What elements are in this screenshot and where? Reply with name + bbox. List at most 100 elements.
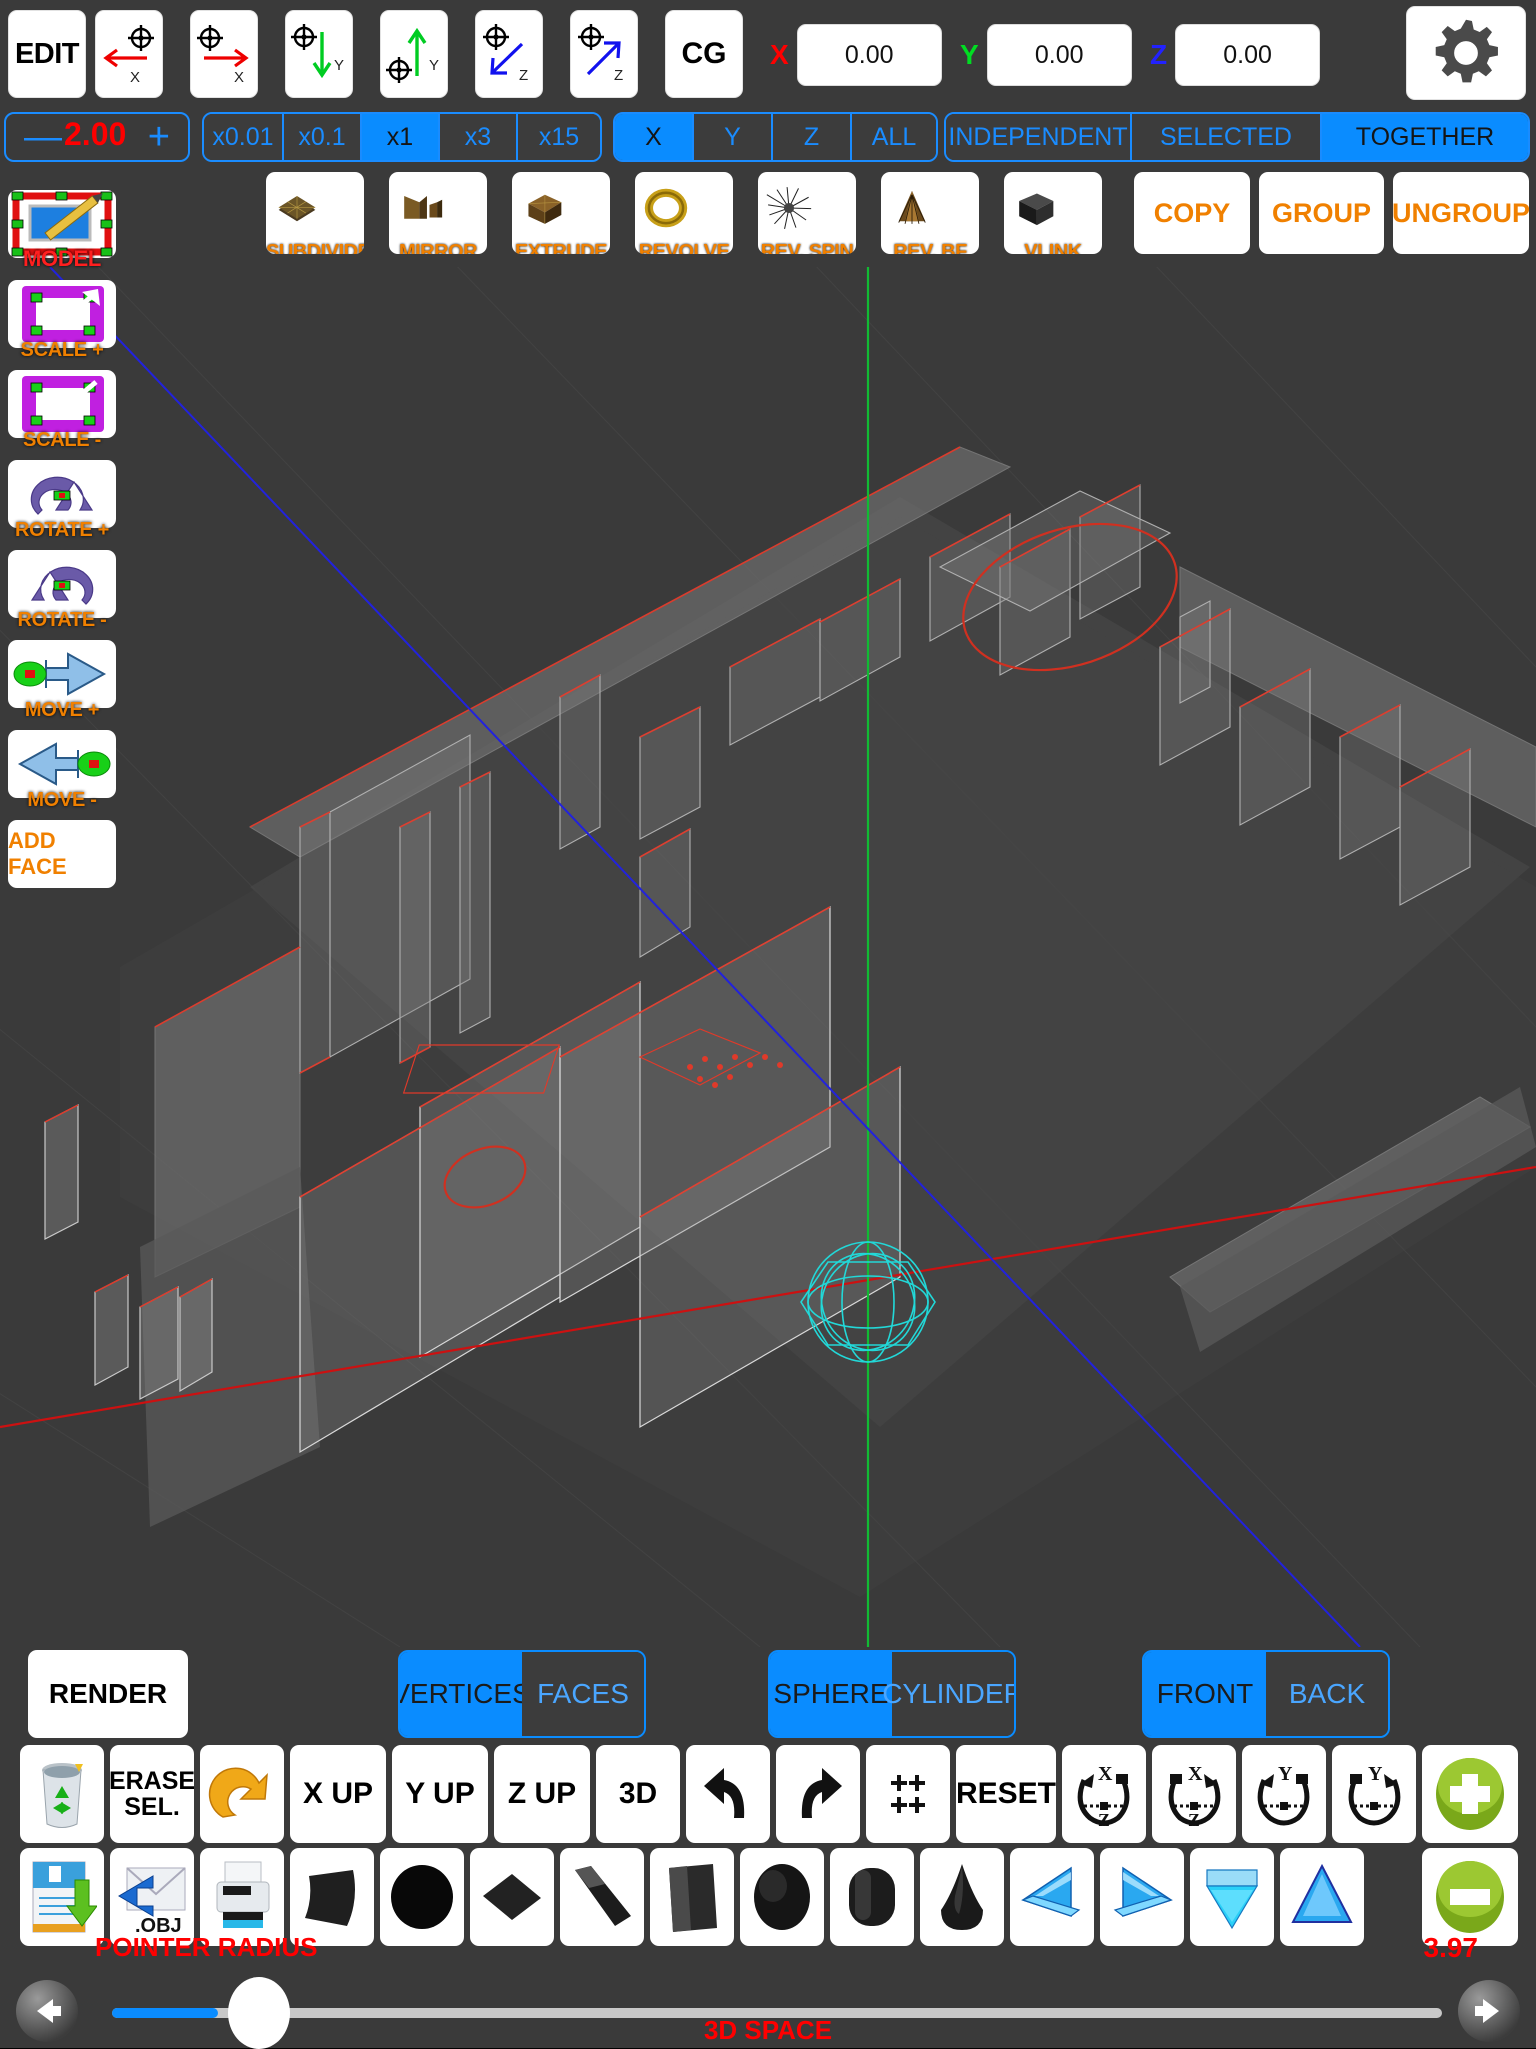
z-up-button[interactable]: Z UP bbox=[494, 1745, 590, 1843]
vlink-icon bbox=[1004, 172, 1066, 244]
extrude-button[interactable]: EXTRUDE bbox=[512, 172, 610, 254]
undo-icon bbox=[704, 1768, 745, 1818]
step-stepper[interactable]: — 2.00 + bbox=[4, 112, 190, 162]
cg-button[interactable]: CG bbox=[665, 10, 743, 98]
render-label: RENDER bbox=[48, 1678, 168, 1709]
rotate-y-cw-button[interactable]: Y bbox=[1332, 1745, 1416, 1843]
scene-render bbox=[0, 267, 1536, 1647]
multiplier-x0-01[interactable]: x0.01 bbox=[204, 114, 284, 160]
sidebar-item-add-face[interactable]: ADD FACE bbox=[8, 820, 116, 888]
step-plus-button[interactable]: + bbox=[148, 118, 170, 156]
cylinder-tab[interactable]: CYLINDER bbox=[882, 1652, 1014, 1736]
svg-text:Z: Z bbox=[614, 67, 623, 84]
rev-bf-button[interactable]: REV. BF bbox=[881, 172, 979, 254]
zoom-in-button[interactable] bbox=[1422, 1745, 1518, 1843]
sidebar-item-rotate-minus[interactable]: ROTATE - bbox=[8, 550, 116, 631]
axis-segment: X Y Z ALL bbox=[613, 112, 938, 162]
coord-y-input[interactable]: 0.00 bbox=[986, 24, 1132, 86]
top-toolbar: EDIT X X Y Y Z Z CG X 0.00 Y 0.00 Z 0.00 bbox=[0, 0, 1536, 110]
mode-together-tab[interactable]: TOGETHER bbox=[1322, 114, 1528, 160]
redo-button[interactable] bbox=[776, 1745, 860, 1843]
viewport-3d[interactable] bbox=[0, 267, 1536, 1647]
move-y-negative-button[interactable]: Y bbox=[285, 10, 353, 98]
print-icon bbox=[216, 1861, 270, 1928]
svg-text:Y: Y bbox=[334, 57, 344, 74]
axis-z-tab[interactable]: Z bbox=[773, 114, 852, 160]
mirror-button[interactable]: MIRROR bbox=[389, 172, 487, 254]
group-button[interactable]: GROUP bbox=[1259, 172, 1384, 254]
mode-independent-tab[interactable]: INDEPENDENT bbox=[946, 114, 1132, 160]
three-d-label: 3D bbox=[618, 1777, 658, 1811]
sidebar-item-scale-plus[interactable]: SCALE + bbox=[8, 280, 116, 361]
sidebar-item-move-minus[interactable]: MOVE - bbox=[8, 730, 116, 811]
primitive-mode-segment: SPHERE CYLINDER bbox=[768, 1650, 1016, 1738]
sphere-icon bbox=[754, 1864, 810, 1930]
axis-y-tab[interactable]: Y bbox=[694, 114, 773, 160]
erase-sel-button[interactable]: ERASE SEL. bbox=[110, 1745, 194, 1843]
coord-x-input[interactable]: 0.00 bbox=[796, 24, 942, 86]
sidebar-item-rotate-plus[interactable]: ROTATE + bbox=[8, 460, 116, 541]
move-z-positive-button[interactable]: Z bbox=[570, 10, 638, 98]
mesh-tools-bar: SUBDIVIDE MIRROR EXTRUDE REVOLVE REV. SP… bbox=[0, 172, 1536, 267]
move-x-positive-button[interactable]: X bbox=[190, 10, 258, 98]
multiplier-x0-1[interactable]: x0.1 bbox=[284, 114, 362, 160]
sidebar-item-scale-minus[interactable]: SCALE - bbox=[8, 370, 116, 451]
rotate-xz-cw-button[interactable]: X Z bbox=[1152, 1745, 1236, 1843]
undo-button[interactable] bbox=[686, 1745, 770, 1843]
scale-plus-icon bbox=[22, 286, 104, 342]
three-d-button[interactable]: 3D bbox=[596, 1745, 680, 1843]
ungroup-label: UNGROUP bbox=[1392, 197, 1531, 228]
move-y-positive-button[interactable]: Y bbox=[380, 10, 448, 98]
move-x-negative-button[interactable]: X bbox=[95, 10, 163, 98]
face-mode-segment: FRONT BACK bbox=[1142, 1650, 1390, 1738]
sidebar-item-model[interactable]: MODEL bbox=[8, 190, 116, 271]
trash-icon bbox=[42, 1763, 83, 1828]
coord-z-input[interactable]: 0.00 bbox=[1175, 24, 1321, 86]
vlink-button[interactable]: VLINK bbox=[1004, 172, 1102, 254]
move-minus-icon bbox=[17, 742, 111, 786]
y-up-button[interactable]: Y UP bbox=[392, 1745, 488, 1843]
axis-x-tab[interactable]: X bbox=[615, 114, 694, 160]
svg-text:X: X bbox=[130, 69, 140, 86]
edit-button[interactable]: EDIT bbox=[8, 10, 86, 98]
multiplier-segment: x0.01 x0.1 x1 x3 x15 bbox=[202, 112, 602, 162]
multiplier-x1[interactable]: x1 bbox=[362, 114, 440, 160]
grid-dots-button[interactable] bbox=[866, 1745, 950, 1843]
rev-spin-button[interactable]: REV. SPIN bbox=[758, 172, 856, 254]
front-tab[interactable]: FRONT bbox=[1144, 1652, 1266, 1736]
multiplier-x15[interactable]: x15 bbox=[518, 114, 600, 160]
rotate-y-ccw-button[interactable]: Y bbox=[1242, 1745, 1326, 1843]
step-minus-button[interactable]: — bbox=[24, 118, 62, 156]
revolve-button[interactable]: REVOLVE bbox=[635, 172, 733, 254]
sphere-tab[interactable]: SPHERE bbox=[770, 1652, 892, 1736]
x-up-button[interactable]: X UP bbox=[290, 1745, 386, 1843]
mode-selected-tab[interactable]: SELECTED bbox=[1132, 114, 1322, 160]
faces-tab[interactable]: FACES bbox=[522, 1652, 644, 1736]
coord-x-group: X 0.00 bbox=[770, 22, 942, 88]
move-z-negative-button[interactable]: Z bbox=[475, 10, 543, 98]
sidebar-move-plus-label: MOVE + bbox=[24, 699, 100, 721]
back-tab[interactable]: BACK bbox=[1266, 1652, 1388, 1736]
copy-button[interactable]: COPY bbox=[1134, 172, 1250, 254]
axis-all-tab[interactable]: ALL bbox=[852, 114, 936, 160]
copy-label: COPY bbox=[1153, 197, 1231, 228]
subdivide-button[interactable]: SUBDIVIDE bbox=[266, 172, 364, 254]
svg-text:X: X bbox=[1098, 1763, 1113, 1785]
settings-button[interactable] bbox=[1406, 6, 1526, 100]
move-y-negative-icon: Y bbox=[291, 24, 344, 79]
gear-icon bbox=[1435, 19, 1498, 83]
wedge-icon bbox=[575, 1866, 631, 1926]
render-button[interactable]: RENDER bbox=[28, 1650, 188, 1738]
diamond-icon bbox=[483, 1874, 541, 1920]
multiplier-x3[interactable]: x3 bbox=[440, 114, 518, 160]
ungroup-button[interactable]: UNGROUP bbox=[1392, 172, 1531, 254]
sidebar-model-label: MODEL bbox=[23, 246, 101, 271]
svg-text:X: X bbox=[1188, 1763, 1203, 1785]
reset-button[interactable]: RESET bbox=[956, 1745, 1056, 1843]
trash-button[interactable] bbox=[20, 1745, 104, 1843]
arrow-left-icon bbox=[1021, 1866, 1081, 1918]
vertices-tab[interactable]: VERTICES bbox=[400, 1652, 531, 1736]
undo-orange-button[interactable] bbox=[200, 1745, 284, 1843]
sidebar-item-move-plus[interactable]: MOVE + bbox=[8, 640, 116, 721]
rotate-xz-ccw-button[interactable]: X Z bbox=[1062, 1745, 1146, 1843]
